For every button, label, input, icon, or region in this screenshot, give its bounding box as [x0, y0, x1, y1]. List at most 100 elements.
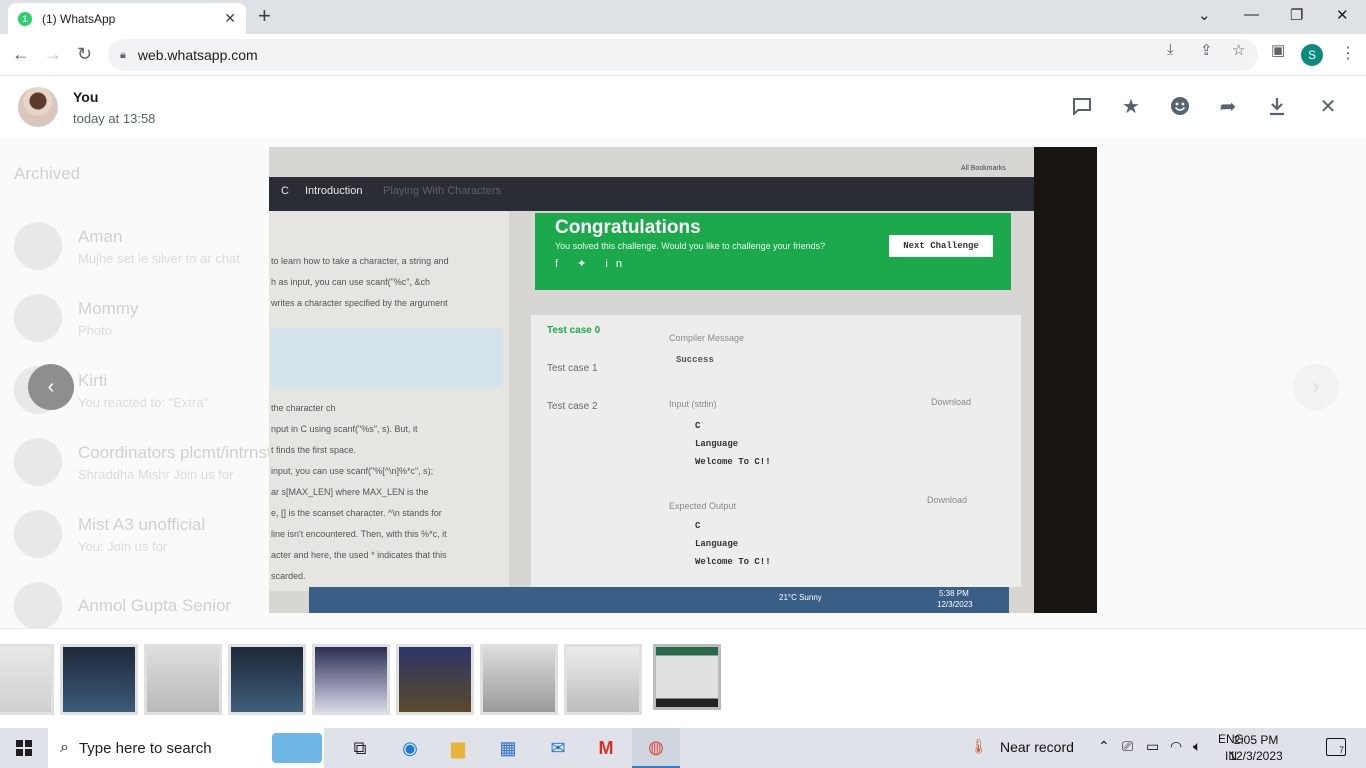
taskbar-clock[interactable]: 2:05 PM 12/3/2023 — [1224, 732, 1288, 764]
volume-icon[interactable]: 🔈︎ — [1193, 738, 1201, 755]
notification-center-icon[interactable]: 7 — [1326, 738, 1346, 756]
search-placeholder: Type here to search — [78, 739, 212, 757]
media-thumbnail[interactable] — [564, 644, 642, 715]
wifi-icon[interactable]: ◠ — [1170, 738, 1182, 755]
battery-icon[interactable]: ▭ — [1146, 738, 1159, 755]
tab-search-chevron-icon[interactable]: ⌄ — [1198, 6, 1211, 24]
photo-monitor-screen: All Bookmarks C Introduction Playing Wit… — [269, 147, 1034, 613]
photo-lesson: Playing With Characters — [383, 185, 501, 197]
previous-media-button[interactable]: ‹ — [28, 364, 74, 410]
clock-date: 12/3/2023 — [1229, 749, 1283, 763]
chat-name: Mommy — [78, 298, 139, 318]
input-label: Input (stdin) — [669, 399, 717, 409]
windows-taskbar: ⌕ Type here to search ⧉ ◉ ▆ ▦ ✉ M ◍ 🌡︎ N… — [0, 728, 1366, 768]
media-thumbnail[interactable] — [312, 644, 390, 715]
lesson-line: t finds the first space. — [271, 445, 357, 455]
microsoft-store-icon[interactable]: ▦ — [484, 728, 532, 768]
media-thumbnail[interactable] — [0, 644, 54, 715]
photo-bookmarks-text: All Bookmarks — [961, 165, 1006, 172]
address-bar[interactable]: 🔒︎ web.whatsapp.com — [108, 39, 1258, 71]
search-icon: ⌕ — [60, 739, 69, 756]
forward-button[interactable]: → — [44, 44, 62, 65]
lock-icon: 🔒︎ — [120, 48, 126, 61]
chat-preview: You reacted to: "Extra" — [78, 394, 209, 410]
browser-menu-icon[interactable]: ⋮ — [1340, 43, 1356, 63]
next-media-button[interactable]: › — [1293, 364, 1339, 410]
meet-icon[interactable]: ⎚ — [1122, 738, 1133, 755]
bookmark-star-icon[interactable]: ☆ — [1232, 41, 1245, 59]
media-thumbnail[interactable] — [396, 644, 474, 715]
search-highlight-art[interactable] — [272, 733, 322, 763]
congrats-subtitle: You solved this challenge. Would you lik… — [555, 241, 826, 251]
reload-button[interactable]: ↻ — [77, 44, 92, 65]
input-line: Welcome To C!! — [695, 457, 771, 467]
expected-output-label: Expected Output — [669, 501, 737, 511]
lesson-line: input, you can use scanf("%[^\n]%*c", s)… — [271, 466, 434, 476]
social-share-icons: f ✦ in — [555, 258, 630, 270]
tab-whatsapp[interactable]: 1 (1) WhatsApp ✕ — [8, 3, 246, 34]
photo-lesson-text: to learn how to take a character, a stri… — [269, 211, 509, 591]
input-line: Language — [695, 439, 739, 449]
tray-chevron-icon[interactable]: ⌃ — [1098, 738, 1110, 755]
next-challenge-button: Next Challenge — [889, 235, 993, 257]
install-app-icon[interactable]: ⤓ — [1167, 41, 1174, 58]
photo-test-panel: Test case 0 Test case 1 Test case 2 Comp… — [531, 315, 1021, 587]
minimize-button[interactable]: — — [1244, 6, 1259, 23]
go-to-message-icon[interactable] — [1069, 93, 1095, 119]
clock-time: 2:05 PM — [1233, 733, 1279, 747]
close-tab-icon[interactable]: ✕ — [224, 10, 236, 27]
windows-start-icon[interactable] — [16, 740, 32, 756]
media-thumbnail-selected[interactable] — [653, 644, 721, 710]
media-photo: All Bookmarks C Introduction Playing Wit… — [269, 147, 1097, 613]
chat-preview: Shraddha Mishr Join us for — [78, 466, 234, 482]
new-tab-button[interactable]: + — [258, 5, 271, 27]
test-case-2: Test case 2 — [547, 401, 598, 412]
side-panel-icon[interactable]: ▣ — [1271, 41, 1285, 59]
browser-tabstrip: 1 (1) WhatsApp ✕ + ⌄ — ❐ ✕ — [0, 0, 1366, 34]
media-thumbnail[interactable] — [228, 644, 306, 715]
download-icon[interactable] — [1264, 93, 1290, 119]
lesson-code-box — [271, 328, 503, 388]
react-emoji-icon[interactable] — [1167, 93, 1193, 119]
lesson-line: e, [] is the scanset character. ^\n stan… — [271, 508, 442, 518]
photo-weather: 21°C Sunny — [779, 593, 822, 602]
tab-title: (1) WhatsApp — [42, 11, 116, 26]
chrome-icon[interactable]: ◍ — [632, 728, 680, 768]
media-viewer-header: You today at 13:58 ★ ➦ ✕ — [0, 76, 1366, 138]
task-view-icon[interactable]: ⧉ — [336, 728, 384, 768]
close-viewer-icon[interactable]: ✕ — [1315, 93, 1341, 119]
expected-line: Language — [695, 539, 739, 549]
browser-toolbar: ← → ↻ 🔒︎ web.whatsapp.com ⤓ ⇪ ☆ ▣ S ⋮ — [0, 34, 1366, 76]
share-icon[interactable]: ⇪ — [1200, 41, 1213, 59]
expected-line: Welcome To C!! — [695, 557, 771, 567]
lesson-line: ar s[MAX_LEN] where MAX_LEN is the — [271, 487, 429, 497]
avatar — [14, 510, 62, 558]
media-thumbnail[interactable] — [60, 644, 138, 715]
expected-line: C — [695, 521, 701, 531]
weather-text[interactable]: Near record — [1000, 739, 1074, 755]
edge-icon[interactable]: ◉ — [386, 728, 434, 768]
media-thumbnail[interactable] — [480, 644, 558, 715]
lesson-line: nput in C using scanf("%s", s). But, it — [271, 424, 418, 434]
profile-avatar[interactable]: S — [1301, 44, 1323, 66]
photo-date: 12/3/2023 — [937, 600, 973, 609]
sender-name: You — [73, 89, 99, 105]
forward-icon[interactable]: ➦ — [1215, 93, 1241, 119]
close-window-button[interactable]: ✕ — [1336, 6, 1349, 24]
file-explorer-icon[interactable]: ▆ — [434, 728, 482, 768]
star-icon[interactable]: ★ — [1118, 93, 1144, 119]
url-text: web.whatsapp.com — [137, 47, 258, 63]
lesson-line: the character ch — [271, 403, 336, 413]
restore-button[interactable]: ❐ — [1290, 6, 1303, 24]
chat-name: Aman — [78, 226, 123, 246]
chat-name: Mist A3 unofficial — [78, 514, 206, 534]
sender-avatar[interactable] — [18, 87, 58, 127]
media-thumbnail[interactable] — [144, 644, 222, 715]
photo-monitor-bezel — [1034, 147, 1097, 613]
mail-icon[interactable]: ✉ — [534, 728, 582, 768]
back-button[interactable]: ← — [12, 44, 30, 65]
gmail-icon[interactable]: M — [582, 728, 630, 768]
photo-congrats-banner: Congratulations You solved this challeng… — [535, 213, 1011, 290]
thermometer-icon: 🌡︎ — [970, 738, 988, 754]
download-output-link: Download — [927, 495, 968, 505]
